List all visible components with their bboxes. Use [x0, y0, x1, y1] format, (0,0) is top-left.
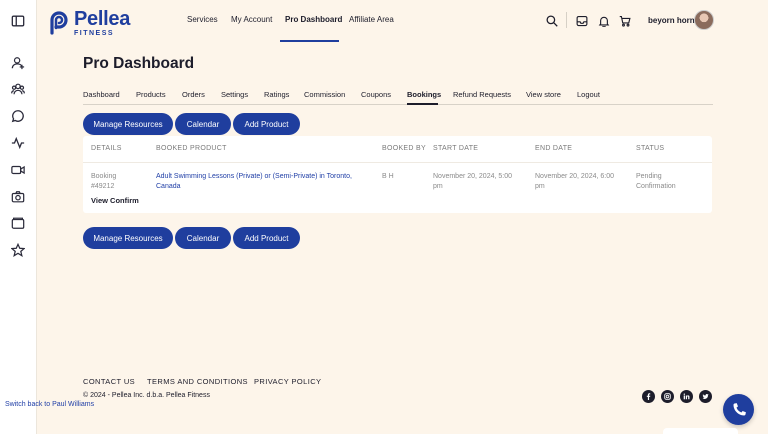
- logo-mark-icon: [50, 11, 68, 35]
- footer-terms[interactable]: TERMS AND CONDITIONS: [147, 377, 248, 386]
- nav-services[interactable]: Services: [187, 15, 218, 24]
- add-product-button[interactable]: Add Product: [233, 113, 300, 135]
- active-nav-indicator: [280, 40, 339, 42]
- search-icon[interactable]: [546, 14, 558, 27]
- nav-pro-dashboard[interactable]: Pro Dashboard: [285, 15, 342, 24]
- tab-products[interactable]: Products: [136, 90, 166, 99]
- column-header-booked-product: BOOKED PRODUCT: [156, 145, 227, 152]
- booked-product-line2: Canada: [156, 183, 181, 190]
- footer-privacy[interactable]: PRIVACY POLICY: [254, 377, 321, 386]
- inbox-icon[interactable]: [576, 14, 588, 27]
- booking-number: #49212: [91, 183, 115, 190]
- sidebar-toggle-icon[interactable]: [11, 14, 25, 28]
- pellea-logo[interactable]: Pellea FITNESS: [47, 9, 130, 37]
- page-title: Pro Dashboard: [83, 55, 195, 72]
- phone-icon: [733, 402, 746, 415]
- user-plus-icon[interactable]: [11, 56, 25, 70]
- tab-refund-requests[interactable]: Refund Requests: [453, 90, 511, 99]
- twitter-icon[interactable]: [699, 390, 712, 403]
- logo-name: Pellea: [74, 8, 131, 30]
- selected-tab-indicator: [407, 103, 438, 105]
- booked-product-link[interactable]: Adult Swimming Lessons (Private) or (Sem…: [156, 172, 352, 192]
- view-confirm-link[interactable]: View Confirm: [91, 196, 139, 205]
- end-date-line2: pm: [535, 183, 545, 190]
- dashboard-tabs: Dashboard Products Orders Settings Ratin…: [83, 90, 713, 105]
- logo-subtitle: FITNESS: [74, 30, 115, 37]
- camera-icon[interactable]: [11, 190, 25, 204]
- tab-bookings[interactable]: Bookings: [407, 90, 441, 99]
- start-date-line2: pm: [433, 183, 443, 190]
- chat-widget-tab[interactable]: [663, 428, 738, 434]
- end-date-line1: November 20, 2024, 6:00: [535, 173, 614, 180]
- end-date-cell: November 20, 2024, 6:00 pm: [535, 172, 614, 192]
- tab-commission[interactable]: Commission: [304, 90, 345, 99]
- tab-view-store[interactable]: View store: [526, 90, 561, 99]
- header-divider: [566, 12, 567, 28]
- wallet-icon[interactable]: [11, 216, 25, 230]
- copyright: © 2024 - Pellea Inc. d.b.a. Pellea Fitne…: [83, 392, 210, 399]
- tab-logout[interactable]: Logout: [577, 90, 600, 99]
- activity-icon[interactable]: [11, 136, 25, 150]
- tab-ratings[interactable]: Ratings: [264, 90, 289, 99]
- booking-id-cell[interactable]: Booking #49212: [91, 172, 116, 192]
- calendar-button-bottom[interactable]: Calendar: [175, 227, 231, 249]
- bell-icon[interactable]: [598, 14, 610, 28]
- booking-label: Booking: [91, 173, 117, 180]
- video-icon[interactable]: [11, 163, 25, 177]
- calendar-button[interactable]: Calendar: [175, 113, 231, 135]
- table-header-divider: [83, 162, 712, 163]
- call-button[interactable]: [723, 394, 754, 425]
- nav-affiliate-area[interactable]: Affiliate Area: [349, 15, 394, 24]
- chat-icon[interactable]: [11, 109, 25, 123]
- manage-resources-button[interactable]: Manage Resources: [83, 113, 173, 135]
- booked-by-cell: B H: [382, 173, 394, 180]
- left-sidebar: [0, 0, 37, 434]
- switch-back-link[interactable]: Switch back to Paul Williams: [5, 401, 94, 408]
- column-header-details: DETAILS: [91, 145, 122, 152]
- status-cell: Pending Confirmation: [636, 172, 676, 192]
- start-date-line1: November 20, 2024, 5:00: [433, 173, 512, 180]
- add-product-button-bottom[interactable]: Add Product: [233, 227, 300, 249]
- column-header-status: STATUS: [636, 145, 665, 152]
- tab-dashboard[interactable]: Dashboard: [83, 90, 120, 99]
- avatar[interactable]: [694, 10, 714, 30]
- column-header-booked-by: BOOKED BY: [382, 145, 426, 152]
- facebook-icon[interactable]: [642, 390, 655, 403]
- status-line1: Pending: [636, 173, 662, 180]
- users-icon[interactable]: [11, 82, 25, 96]
- column-header-start-date: START DATE: [433, 145, 479, 152]
- tab-coupons[interactable]: Coupons: [361, 90, 391, 99]
- column-header-end-date: END DATE: [535, 145, 573, 152]
- footer-contact-us[interactable]: CONTACT US: [83, 377, 135, 386]
- start-date-cell: November 20, 2024, 5:00 pm: [433, 172, 512, 192]
- status-line2: Confirmation: [636, 183, 676, 190]
- booked-product-line1: Adult Swimming Lessons (Private) or (Sem…: [156, 173, 352, 180]
- instagram-icon[interactable]: [661, 390, 674, 403]
- bookings-table: DETAILS BOOKED PRODUCT BOOKED BY START D…: [83, 136, 712, 213]
- cart-icon[interactable]: [619, 14, 631, 27]
- linkedin-icon[interactable]: [680, 390, 693, 403]
- username[interactable]: beyorn horn: [648, 16, 695, 25]
- nav-my-account[interactable]: My Account: [231, 15, 272, 24]
- tab-settings[interactable]: Settings: [221, 90, 248, 99]
- manage-resources-button-bottom[interactable]: Manage Resources: [83, 227, 173, 249]
- tab-orders[interactable]: Orders: [182, 90, 205, 99]
- star-icon[interactable]: [11, 243, 25, 257]
